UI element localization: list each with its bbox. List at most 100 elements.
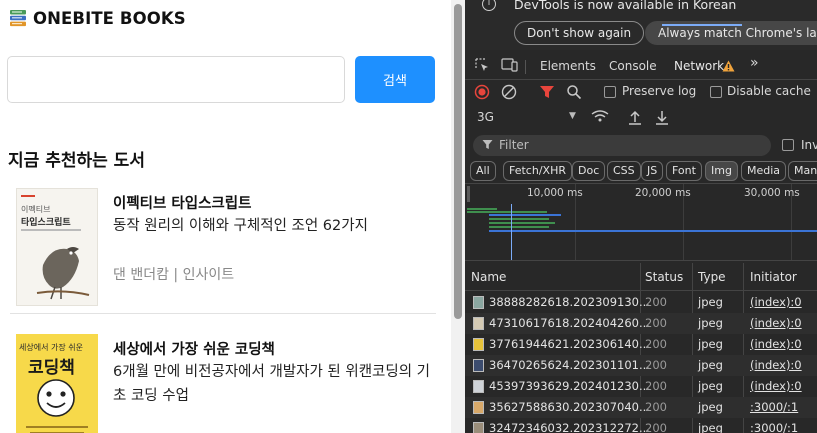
cover-small-text: 이펙티브 [21, 205, 51, 214]
request-status: 200 [645, 400, 667, 414]
preserve-log-checkbox[interactable] [604, 86, 616, 98]
request-status: 200 [645, 421, 667, 433]
type-filter-media[interactable]: Media [741, 161, 787, 181]
type-filter-font[interactable]: Font [666, 161, 702, 181]
request-name: 35627588630.202307040... [489, 400, 650, 414]
column-initiator[interactable]: Initiator [750, 270, 797, 284]
request-initiator[interactable]: (index):0 [750, 316, 802, 330]
request-initiator[interactable]: :3000/:1 [750, 421, 798, 433]
tab-console[interactable]: Console [609, 59, 657, 73]
search-button[interactable]: 검색 [355, 56, 435, 103]
request-row[interactable]: 38888282618.202309130... 200 jpeg (index… [465, 292, 817, 313]
request-status: 200 [645, 337, 667, 351]
request-initiator[interactable]: (index):0 [750, 358, 802, 372]
column-name[interactable]: Name [471, 270, 506, 284]
network-conditions-icon[interactable] [591, 109, 609, 123]
type-filter-css[interactable]: CSS [607, 161, 641, 181]
device-toolbar-icon[interactable] [501, 57, 519, 73]
inspect-element-icon[interactable] [474, 57, 490, 73]
dont-show-again-button[interactable]: Don't show again [514, 21, 645, 45]
more-tabs-icon[interactable]: » [750, 55, 759, 71]
request-name: 37761944621.202306140... [489, 337, 650, 351]
book-item[interactable]: 세상에서 가장 쉬운 코딩책 세상에서 가장 쉬운 코딩책 6개월 만에 비전공… [0, 314, 436, 433]
book-cover: 이펙티브 타입스크립트 [16, 188, 98, 306]
active-tab-indicator [662, 24, 742, 26]
brand-header[interactable]: ONEBITE BOOKS [9, 7, 186, 29]
invert-label: Inv [801, 138, 817, 152]
image-file-icon [473, 317, 484, 330]
book-subtitle: 동작 원리의 이해와 구체적인 조언 62가지 [113, 218, 368, 234]
bird-illustration [36, 247, 90, 300]
banner-message: DevTools is now available in Korean [514, 0, 737, 12]
request-type: jpeg [698, 421, 723, 433]
disable-cache-checkbox[interactable] [710, 86, 722, 98]
cover-small-text: 세상에서 가장 쉬운 [19, 343, 83, 352]
request-row[interactable]: 45397393629.202401230... 200 jpeg (index… [465, 376, 817, 397]
overview-bar [489, 222, 555, 224]
export-har-icon[interactable] [655, 109, 669, 125]
request-type: jpeg [698, 295, 723, 309]
timeline-label: 20,000 ms [635, 187, 691, 199]
filter-placeholder: Filter [499, 138, 529, 152]
devtools-panel: i DevTools is now available in Korean Do… [465, 0, 817, 433]
search-input[interactable] [7, 56, 345, 103]
info-icon: i [482, 0, 496, 11]
type-filter-js[interactable]: JS [641, 161, 664, 181]
language-banner: i DevTools is now available in Korean Do… [465, 0, 817, 50]
column-type[interactable]: Type [698, 270, 726, 284]
book-subtitle: 6개월 만에 비전공자에서 개발자가 된 위캔코딩의 기초 코딩 수업 [113, 364, 431, 404]
filter-icon[interactable] [539, 84, 555, 100]
request-name: 32472346032.202312272... [489, 421, 650, 433]
request-row[interactable]: 32472346032.202312272... 200 jpeg :3000/… [465, 418, 817, 433]
type-filter-doc[interactable]: Doc [572, 161, 606, 181]
request-initiator[interactable]: :3000/:1 [750, 400, 798, 414]
request-type: jpeg [698, 316, 723, 330]
book-title: 세상에서 가장 쉬운 코딩책 [113, 342, 275, 358]
overview-bar [489, 230, 817, 232]
overview-handle[interactable] [467, 186, 470, 202]
import-har-icon[interactable] [628, 109, 642, 125]
image-file-icon [473, 296, 484, 309]
books-icon [10, 10, 26, 27]
chevron-down-icon[interactable]: ▼ [569, 111, 576, 121]
type-filter-manifest[interactable]: Man [788, 161, 817, 181]
browser-window: ONEBITE BOOKS 검색 지금 추천하는 도서 이펙티브 타입스크립트 … [0, 0, 817, 433]
request-row[interactable]: 35627588630.202307040... 200 jpeg :3000/… [465, 397, 817, 418]
image-file-icon [473, 401, 484, 414]
book-title: 이펙티브 타입스크립트 [113, 196, 252, 212]
request-status: 200 [645, 295, 667, 309]
request-row[interactable]: 37761944621.202306140... 200 jpeg (index… [465, 334, 817, 355]
dom-content-loaded-marker [511, 204, 512, 260]
image-file-icon [473, 359, 484, 372]
book-author: 댄 밴더캄 | 인사이트 [113, 267, 235, 283]
record-icon[interactable] [474, 84, 490, 100]
tab-network[interactable]: Network [674, 59, 724, 73]
request-row[interactable]: 47310617618.202404260... 200 jpeg (index… [465, 313, 817, 334]
request-initiator[interactable]: (index):0 [750, 337, 802, 351]
request-initiator[interactable]: (index):0 [750, 379, 802, 393]
search-icon[interactable] [566, 84, 582, 100]
invert-checkbox[interactable] [782, 139, 794, 151]
disable-cache-label: Disable cache [727, 84, 811, 98]
timeline-label: 30,000 ms [744, 187, 800, 199]
column-status[interactable]: Status [645, 270, 683, 284]
brand-title: ONEBITE BOOKS [33, 8, 186, 28]
request-row[interactable]: 36470265624.202301101... 200 jpeg (index… [465, 355, 817, 376]
throttle-select[interactable]: 3G [477, 110, 494, 124]
book-item[interactable]: 이펙티브 타입스크립트 이펙티브 타입스크립트 동작 원리의 이해와 구체적인 … [0, 180, 436, 310]
request-type: jpeg [698, 400, 723, 414]
page-scrollbar-thumb[interactable] [454, 4, 462, 319]
cover-big-text: 타입스크립트 [21, 218, 71, 228]
clear-icon[interactable] [501, 84, 517, 100]
smiley-illustration [37, 379, 75, 417]
request-name: 45397393629.202401230... [489, 379, 650, 393]
request-status: 200 [645, 358, 667, 372]
type-filter-fetch-xhr[interactable]: Fetch/XHR [503, 161, 572, 181]
type-filter-all[interactable]: All [470, 161, 496, 181]
type-filter-img[interactable]: Img [705, 161, 738, 181]
book-cover: 세상에서 가장 쉬운 코딩책 [16, 334, 98, 433]
tab-elements[interactable]: Elements [540, 59, 596, 73]
request-initiator[interactable]: (index):0 [750, 295, 802, 309]
warning-icon [722, 60, 735, 72]
overview-bar [467, 211, 547, 213]
